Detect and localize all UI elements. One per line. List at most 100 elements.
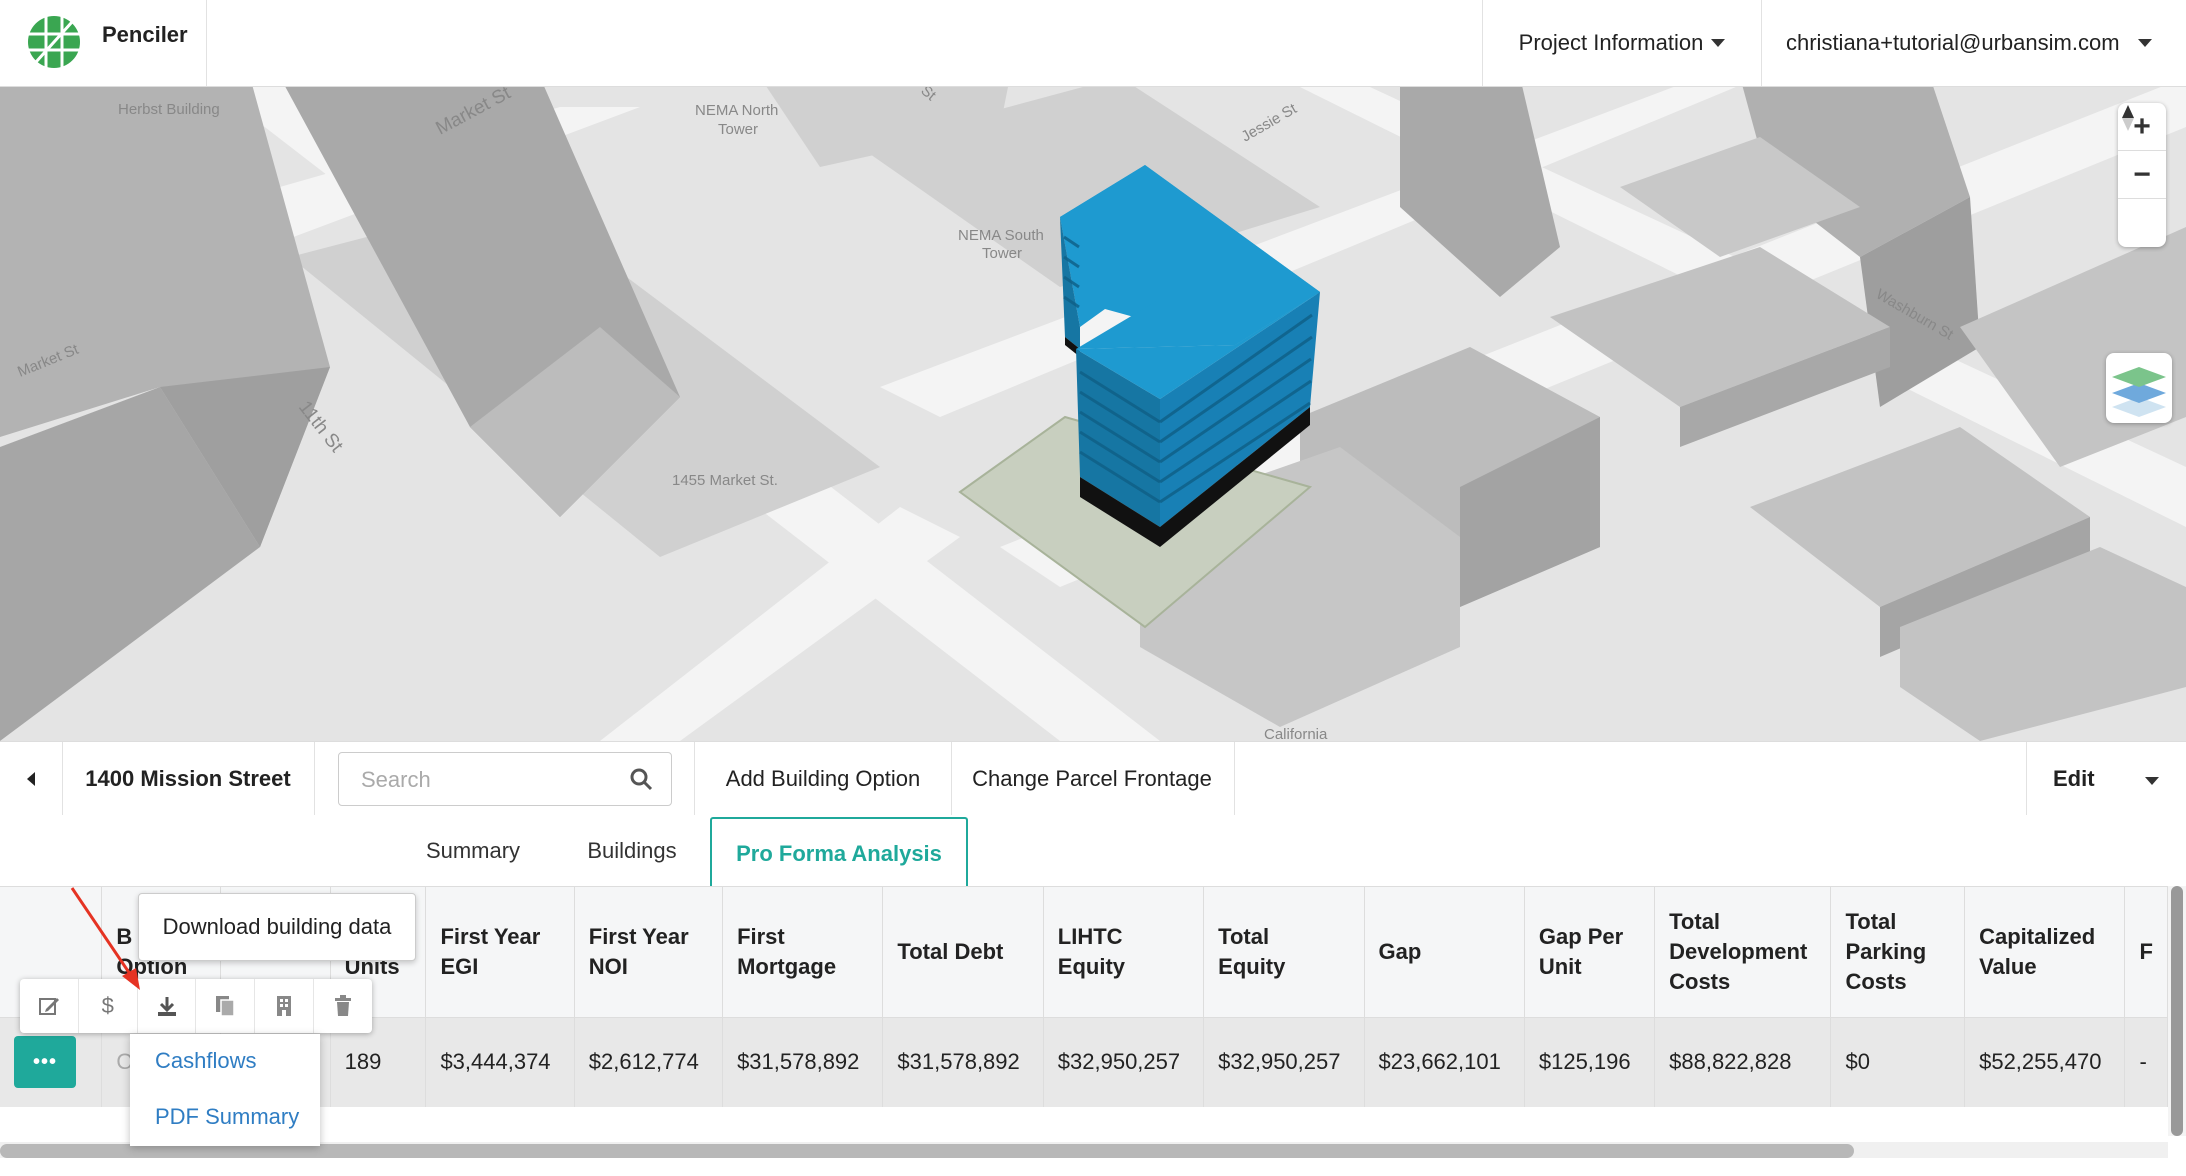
header-text: Equity bbox=[1057, 953, 1126, 979]
header-first-mortgage[interactable]: First Mortgage bbox=[722, 887, 884, 1017]
map-label-california: California bbox=[1264, 726, 1328, 741]
cell-total-equity: $32,950,257 bbox=[1203, 1016, 1365, 1107]
collapse-panel-button[interactable] bbox=[0, 742, 63, 816]
header-text: First Year bbox=[588, 923, 689, 949]
change-parcel-frontage-button[interactable]: Change Parcel Frontage bbox=[950, 742, 1235, 816]
caret-left-icon bbox=[27, 772, 35, 786]
header-f[interactable]: F bbox=[2124, 887, 2168, 1017]
header-text: Unit bbox=[1538, 953, 1582, 979]
search-icon[interactable] bbox=[629, 767, 653, 791]
header-b-label: B bbox=[116, 923, 133, 949]
header-capitalized-value[interactable]: Capitalized Value bbox=[1964, 887, 2126, 1017]
header-text: Total bbox=[1669, 908, 1721, 934]
zoom-out-button[interactable]: − bbox=[2118, 151, 2166, 199]
delete-button[interactable] bbox=[314, 979, 372, 1033]
row-menu-button[interactable]: ••• bbox=[14, 1036, 76, 1089]
map-label-nema-south: NEMA South bbox=[958, 227, 1044, 244]
globe-logo-icon bbox=[28, 16, 80, 68]
header-text: F bbox=[2139, 938, 2153, 964]
project-information-menu[interactable]: Project Information bbox=[1482, 0, 1762, 86]
copy-button[interactable] bbox=[196, 979, 256, 1033]
chevron-down-icon bbox=[1711, 39, 1726, 47]
header-text: Costs bbox=[1669, 968, 1731, 994]
download-icon bbox=[157, 997, 176, 1016]
tab-buildings[interactable]: Buildings bbox=[562, 815, 702, 887]
header-first-year-noi[interactable]: First Year NOI bbox=[574, 887, 724, 1017]
horizontal-scrollbar-thumb[interactable] bbox=[0, 1144, 1854, 1158]
header-first-year-egi[interactable]: First Year EGI bbox=[425, 887, 575, 1017]
header-text: EGI bbox=[440, 953, 479, 979]
chevron-down-icon bbox=[2137, 39, 2152, 47]
header-text: Parking bbox=[1845, 938, 1927, 964]
download-menu: Cashflows PDF Summary bbox=[130, 1034, 320, 1146]
tab-summary[interactable]: Summary bbox=[404, 815, 542, 887]
parcel-address: 1400 Mission Street bbox=[62, 742, 315, 816]
cell-total-parking-costs: $0 bbox=[1830, 1016, 1966, 1107]
map-label-herbst: Herbst Building bbox=[118, 101, 220, 118]
search-input[interactable] bbox=[359, 763, 623, 797]
header-text: Costs bbox=[1845, 968, 1907, 994]
tab-pro-forma-analysis[interactable]: Pro Forma Analysis bbox=[710, 817, 968, 889]
vertical-scrollbar-thumb[interactable] bbox=[2171, 886, 2183, 1136]
cell-gap-per-unit: $125,196 bbox=[1524, 1016, 1656, 1107]
map-label-nema-north-tower: Tower bbox=[718, 121, 758, 138]
search-box bbox=[338, 752, 672, 806]
map-canvas: Herbst Building Market St Market St NEMA… bbox=[0, 87, 2186, 741]
header-text: Development bbox=[1669, 938, 1808, 964]
layers-icon bbox=[2112, 367, 2166, 417]
cell-lihtc-equity: $32,950,257 bbox=[1043, 1016, 1205, 1107]
header-text: Total bbox=[1218, 923, 1270, 949]
header-text: Mortgage bbox=[737, 953, 837, 979]
header-gap[interactable]: Gap bbox=[1364, 887, 1525, 1017]
brand[interactable]: Penciler bbox=[0, 0, 207, 86]
header-total-debt[interactable]: Total Debt bbox=[882, 887, 1044, 1017]
horizontal-scrollbar[interactable] bbox=[0, 1142, 2168, 1158]
trash-icon bbox=[335, 995, 352, 1016]
user-email: christiana+tutorial@urbansim.com bbox=[1786, 30, 2120, 55]
header-text: Value bbox=[1979, 953, 2037, 979]
row-action-bar: $ bbox=[20, 979, 372, 1033]
edit-label: Edit bbox=[2053, 766, 2095, 791]
map-label-nema-north: NEMA North bbox=[695, 102, 778, 119]
copy-icon bbox=[216, 996, 236, 1017]
header-total-parking-costs[interactable]: Total Parking Costs bbox=[1830, 887, 1966, 1017]
map-label-1455-market: 1455 Market St. bbox=[672, 472, 778, 489]
header-gap-per-unit[interactable]: Gap Per Unit bbox=[1524, 887, 1656, 1017]
header-text: Total bbox=[1845, 908, 1897, 934]
download-button[interactable] bbox=[138, 979, 197, 1033]
pro-forma-button[interactable]: $ bbox=[79, 979, 138, 1033]
download-pdf-summary-item[interactable]: PDF Summary bbox=[155, 1104, 299, 1130]
cell-total-debt: $31,578,892 bbox=[882, 1016, 1044, 1107]
compass-reset-button[interactable] bbox=[2118, 105, 2166, 247]
dollar-icon: $ bbox=[101, 993, 114, 1018]
cell-total-development-costs: $88,822,828 bbox=[1654, 1016, 1832, 1107]
cell-f: - bbox=[2124, 1016, 2168, 1107]
map-view[interactable]: Herbst Building Market St Market St NEMA… bbox=[0, 87, 2186, 741]
parcel-toolbar: 1400 Mission Street Add Building Option … bbox=[0, 741, 2186, 817]
vertical-scrollbar[interactable] bbox=[2168, 886, 2186, 1136]
header-text: Gap Per bbox=[1538, 923, 1624, 949]
user-menu[interactable]: christiana+tutorial@urbansim.com bbox=[1760, 0, 2186, 86]
edit-button[interactable] bbox=[20, 979, 79, 1033]
cell-capitalized-value: $52,255,470 bbox=[1964, 1016, 2126, 1107]
building-button[interactable] bbox=[255, 979, 315, 1033]
cell-gap: $23,662,101 bbox=[1364, 1016, 1525, 1107]
building-icon bbox=[277, 996, 292, 1016]
header-total-development-costs[interactable]: Total Development Costs bbox=[1654, 887, 1832, 1017]
download-cashflows-item[interactable]: Cashflows bbox=[155, 1048, 256, 1074]
cell-first-year-egi: $3,444,374 bbox=[425, 1016, 575, 1107]
project-information-label: Project Information bbox=[1518, 30, 1704, 55]
header-text: First bbox=[737, 923, 785, 949]
header-text: NOI bbox=[588, 953, 628, 979]
top-bar: Penciler Project Information christiana+… bbox=[0, 0, 2186, 87]
chevron-down-icon bbox=[2145, 777, 2159, 785]
app-name: Penciler bbox=[102, 22, 188, 47]
map-label-nema-south-tower: Tower bbox=[982, 245, 1022, 262]
tab-bar: Summary Buildings Pro Forma Analysis bbox=[0, 815, 2186, 889]
header-text: Equity bbox=[1218, 953, 1286, 979]
layers-button[interactable] bbox=[2106, 353, 2172, 423]
edit-menu[interactable]: Edit bbox=[2026, 742, 2186, 816]
add-building-option-button[interactable]: Add Building Option bbox=[694, 742, 952, 816]
header-total-equity[interactable]: Total Equity bbox=[1203, 887, 1365, 1017]
header-lihtc-equity[interactable]: LIHTC Equity bbox=[1043, 887, 1205, 1017]
